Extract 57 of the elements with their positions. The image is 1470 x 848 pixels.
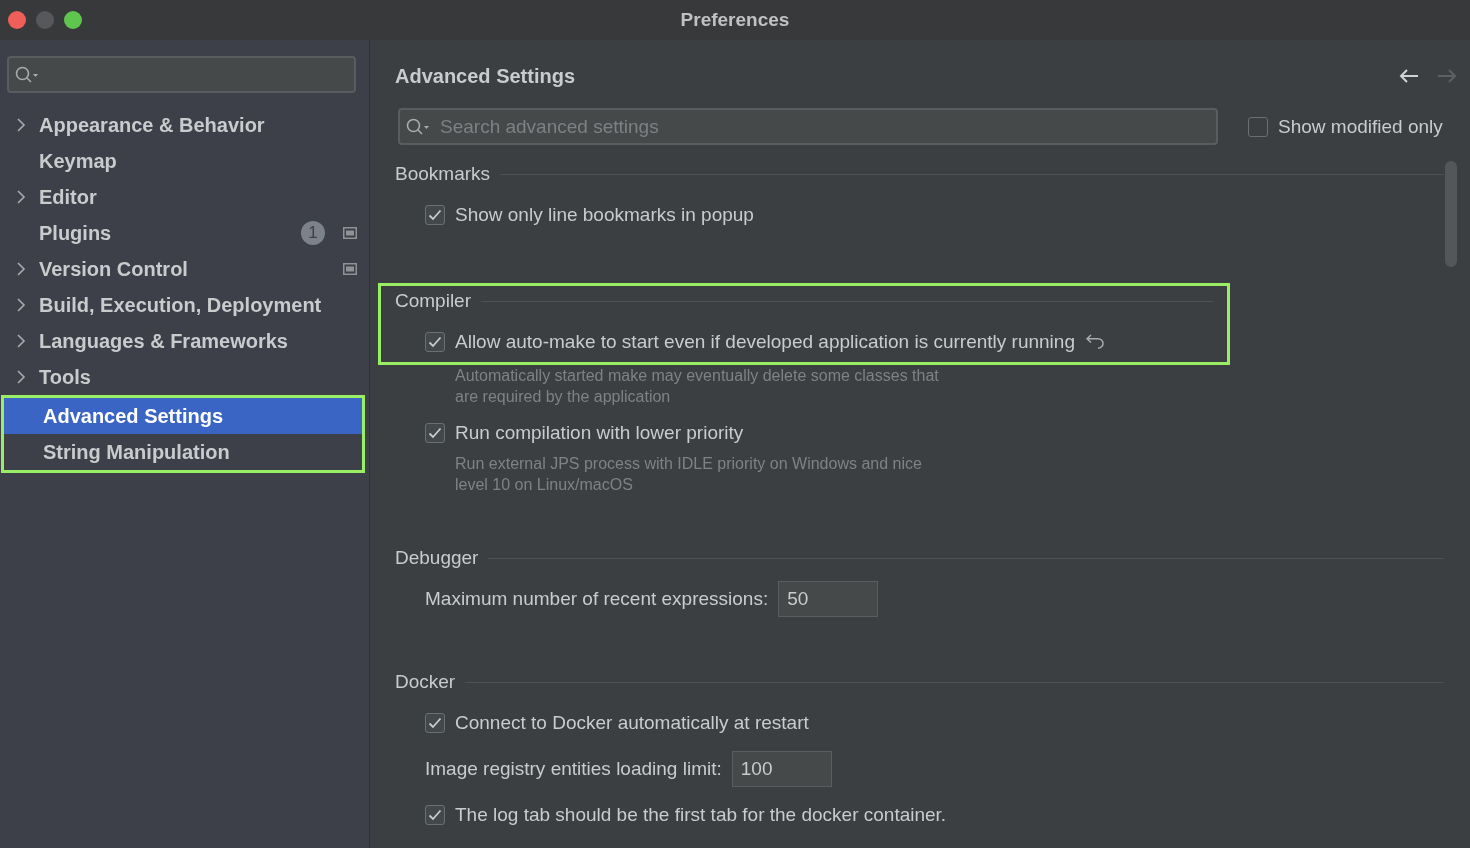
setting-description: Automatically started make may eventually delete some classes that are required by the application <box>455 366 940 407</box>
window-icon <box>343 227 357 239</box>
sidebar-search-field[interactable] <box>7 56 356 93</box>
setting-label: The log tab should be the first tab for the docker container. <box>455 804 947 826</box>
setting-label: Image registry entities loading limit: <box>425 758 722 780</box>
page-title: Advanced Settings <box>395 64 576 88</box>
chevron-right-icon <box>16 189 26 205</box>
number-field[interactable]: 100 <box>731 751 832 787</box>
checkbox-label: Show modified only <box>1278 115 1443 138</box>
checkbox[interactable] <box>425 423 445 443</box>
setting-label: Allow auto-make to start even if developed application is currently running <box>455 331 1075 353</box>
window-icon <box>343 263 357 275</box>
reset-icon[interactable] <box>1084 334 1105 350</box>
search-icon <box>15 65 39 84</box>
chevron-right-icon <box>16 117 26 133</box>
zoom-button[interactable] <box>64 11 82 29</box>
sidebar-item[interactable]: Editor <box>0 179 369 215</box>
sidebar-item[interactable]: String Manipulation <box>4 434 362 470</box>
checkbox[interactable] <box>425 805 445 825</box>
setting-description: Run external JPS process with IDLE priority on Windows and nice level 10 on Linux/macOS <box>455 454 923 495</box>
checkmark-icon <box>428 209 442 221</box>
sidebar-item[interactable]: Version Control <box>0 251 369 287</box>
chevron-right-icon <box>16 333 26 349</box>
checkbox[interactable] <box>1248 116 1268 137</box>
checkmark-icon <box>428 717 442 729</box>
setting-label: Connect to Docker automatically at restart <box>455 712 809 734</box>
checkmark-icon <box>428 809 442 821</box>
section-title: Debugger <box>395 547 479 569</box>
sidebar-item[interactable]: Advanced Settings <box>4 398 362 434</box>
sidebar-item[interactable]: Languages & Frameworks <box>0 323 369 359</box>
chevron-right-icon <box>16 369 26 385</box>
sidebar-item[interactable]: Build, Execution, Deployment <box>0 287 369 323</box>
chevron-right-icon <box>16 297 26 313</box>
scrollbar-thumb[interactable] <box>1445 161 1457 267</box>
section-title: Compiler <box>395 290 472 312</box>
checkbox[interactable] <box>425 205 445 225</box>
search-field[interactable]: Search advanced settings <box>398 108 1218 145</box>
setting-label: Show only line bookmarks in popup <box>455 204 754 226</box>
section-title: Docker <box>395 671 456 693</box>
back-arrow-icon[interactable] <box>1398 68 1420 84</box>
chevron-right-icon <box>16 261 26 277</box>
checkbox[interactable] <box>425 332 445 352</box>
sidebar-item[interactable]: Plugins 1 <box>0 215 369 251</box>
close-button[interactable] <box>8 11 26 29</box>
checkbox[interactable] <box>425 713 445 733</box>
sidebar-item[interactable]: Keymap <box>0 143 369 179</box>
section-title: Bookmarks <box>395 163 491 185</box>
setting-label: Maximum number of recent expressions: <box>425 588 769 610</box>
search-icon <box>406 117 430 136</box>
checkmark-icon <box>428 427 442 439</box>
count-badge: 1 <box>301 221 325 245</box>
window-title: Preferences <box>679 9 791 31</box>
number-field[interactable]: 50 <box>778 581 879 617</box>
setting-label: Run compilation with lower priority <box>455 422 744 444</box>
checkmark-icon <box>428 336 442 348</box>
sidebar-item[interactable]: Tools <box>0 359 369 395</box>
sidebar-item[interactable]: Appearance & Behavior <box>0 107 369 143</box>
